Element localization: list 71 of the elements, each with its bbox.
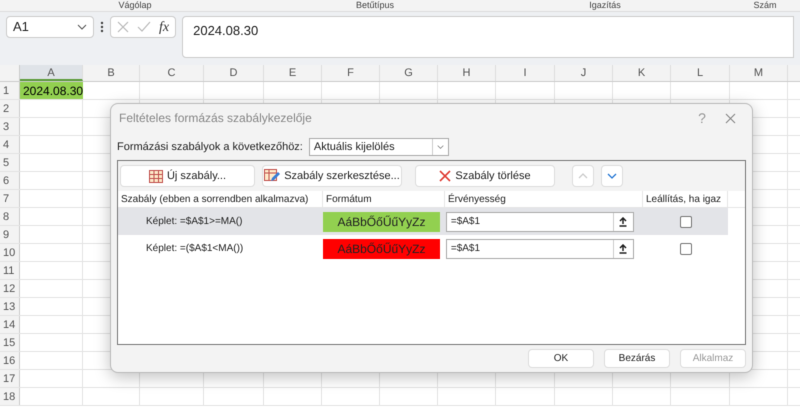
column-header: Szabály (ebben a sorrendben alkalmazva) [118, 191, 323, 207]
formula-field[interactable]: 2024.08.30 [182, 16, 794, 58]
checkbox[interactable] [680, 242, 692, 254]
toolbar-button[interactable]: Új szabály... [120, 165, 255, 187]
row-header[interactable]: 17 [0, 370, 20, 387]
row-header[interactable]: 1 [0, 82, 20, 99]
column-header: Érvényesség [445, 191, 643, 207]
check-icon[interactable] [137, 21, 151, 33]
row-header[interactable]: 12 [0, 280, 20, 297]
column-header[interactable]: E [264, 65, 322, 81]
ribbon-group-label: Betűtípus [356, 0, 394, 11]
rule-row[interactable]: Képlet: =$A$1>=MA() AáBbŐőŰűYyZz =$A$1 [118, 208, 728, 235]
row-header[interactable]: 9 [0, 226, 20, 243]
row-header[interactable]: 2 [0, 100, 20, 117]
row-header[interactable]: 11 [0, 262, 20, 279]
column-header: Leállítás, ha igaz [643, 191, 728, 207]
row-header[interactable]: 8 [0, 208, 20, 225]
chevron-up-icon [578, 173, 588, 179]
row-header[interactable]: 7 [0, 190, 20, 207]
chevron-down-icon [607, 173, 617, 179]
row-header[interactable]: 16 [0, 352, 20, 369]
column-header[interactable]: F [322, 65, 380, 81]
ribbon-group-label: Szám [753, 0, 776, 11]
column-header[interactable]: K [613, 65, 671, 81]
edit-table-icon [264, 169, 280, 183]
name-box[interactable]: A1 [6, 16, 94, 38]
chevron-down-icon [77, 24, 87, 30]
column-header[interactable]: J [555, 65, 613, 81]
row-header[interactable]: 5 [0, 154, 20, 171]
delete-icon [439, 170, 452, 182]
more-icon[interactable] [100, 21, 104, 33]
format-preview: AáBbŐőŰűYyZz [323, 212, 440, 232]
row-header[interactable]: 13 [0, 298, 20, 315]
ribbon-group-label: Igazítás [589, 0, 621, 11]
toolbar-button[interactable]: Szabály szerkesztése... [262, 165, 402, 187]
cell[interactable]: 2024.08.30 [20, 82, 83, 99]
function-icon[interactable]: fx [159, 16, 170, 38]
column-header: Formátum [323, 191, 445, 207]
column-header[interactable]: G [380, 65, 438, 81]
column-header[interactable]: B [83, 65, 140, 81]
column-header[interactable]: M [730, 65, 788, 81]
row-header[interactable]: 14 [0, 316, 20, 333]
row-header[interactable]: 15 [0, 334, 20, 351]
column-header[interactable]: L [671, 65, 730, 81]
checkbox[interactable] [680, 216, 692, 228]
applies-to-field[interactable]: =$A$1 [446, 238, 634, 258]
row-header[interactable]: 10 [0, 244, 20, 261]
applies-to-field[interactable]: =$A$1 [446, 212, 634, 232]
upload-arrow-icon [619, 244, 628, 254]
column-header[interactable]: D [204, 65, 264, 81]
column-header[interactable]: C [140, 65, 204, 81]
column-header[interactable]: I [496, 65, 555, 81]
close-icon[interactable] [725, 112, 736, 124]
format-preview: AáBbŐőŰűYyZz [323, 238, 440, 258]
table-icon [148, 170, 163, 182]
upload-arrow-icon [619, 216, 628, 226]
row-header[interactable]: 3 [0, 118, 20, 135]
dialog-button[interactable]: Bezárás [604, 349, 670, 368]
scope-label: Formázási szabályok a következőhöz: [117, 140, 303, 155]
toolbar-button[interactable]: Szabály törlése [415, 165, 555, 187]
scope-dropdown[interactable]: Aktuális kijelölés [308, 138, 449, 156]
ribbon-group-label: Vágólap [118, 0, 152, 11]
dialog-button[interactable]: OK [528, 349, 594, 368]
rule-formula: Képlet: =$A$1>=MA() [145, 215, 244, 229]
rule-formula: Képlet: =($A$1<MA()) [145, 242, 244, 256]
row-header[interactable]: 18 [0, 388, 20, 405]
dialog-title: Feltételes formázás szabálykezelője [119, 110, 313, 127]
row-header[interactable]: 4 [0, 136, 20, 153]
row-header[interactable]: 6 [0, 172, 20, 189]
move-down-button[interactable] [601, 165, 623, 187]
column-header[interactable]: H [438, 65, 496, 81]
